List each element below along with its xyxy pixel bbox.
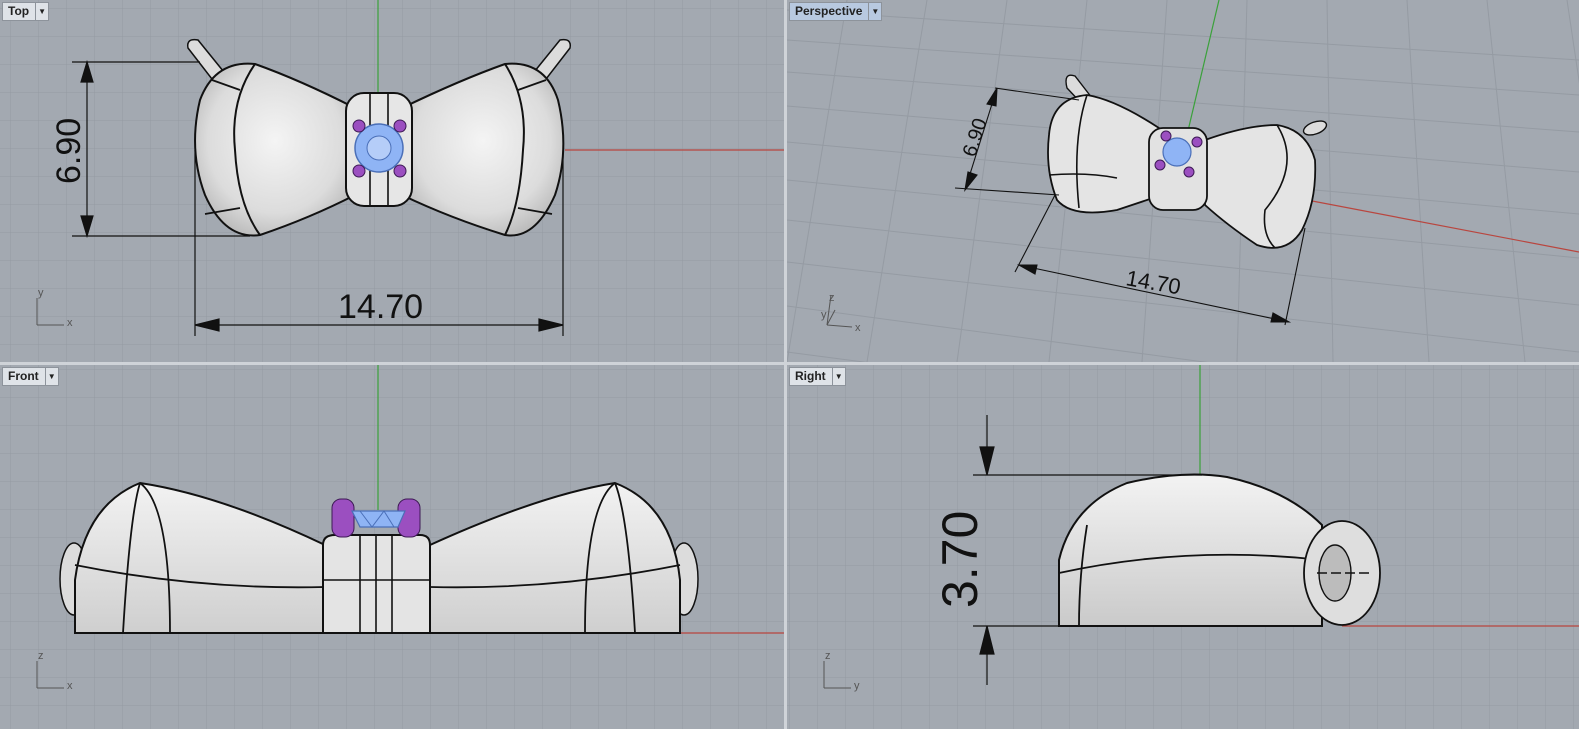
dimension-height-label: 3.70 <box>932 511 988 608</box>
viewport-tab-front[interactable]: Front ▼ <box>2 367 59 386</box>
prong <box>352 164 366 178</box>
svg-text:z: z <box>825 650 831 662</box>
prong <box>393 164 407 178</box>
front-view-canvas[interactable]: z x <box>0 365 784 729</box>
prong <box>331 498 355 538</box>
dropdown-arrow-icon[interactable]: ▼ <box>44 368 58 385</box>
viewport-title: Perspective <box>795 4 863 18</box>
viewport-tab-right[interactable]: Right ▼ <box>789 367 846 386</box>
viewport-perspective[interactable]: 6.90 14.70 z y x Perspective ▼ <box>787 0 1579 362</box>
prong <box>352 119 366 133</box>
viewport-tab-perspective[interactable]: Perspective ▼ <box>789 2 883 21</box>
prong <box>393 119 407 133</box>
viewport-title: Front <box>8 369 39 383</box>
svg-text:x: x <box>67 680 73 692</box>
dimension-height-label: 6.90 <box>959 116 992 160</box>
viewport-tab-top[interactable]: Top ▼ <box>2 2 50 21</box>
viewport-top[interactable]: 6.90 14.70 y x Top ▼ <box>0 0 784 362</box>
dimension-height-label: 6.90 <box>50 118 88 184</box>
dimension-width-label: 14.70 <box>1124 265 1183 299</box>
dropdown-arrow-icon[interactable]: ▼ <box>831 368 845 385</box>
y-axis-line <box>1186 0 1220 136</box>
dropdown-arrow-icon[interactable]: ▼ <box>868 3 881 20</box>
gemstone <box>1162 137 1192 167</box>
right-view-canvas[interactable]: 3.70 z y <box>787 365 1579 729</box>
perspective-view-canvas[interactable]: 6.90 14.70 z y x <box>787 0 1579 362</box>
dropdown-arrow-icon[interactable]: ▼ <box>35 3 48 20</box>
viewport-right[interactable]: 3.70 z y Right ▼ <box>787 365 1579 729</box>
svg-text:z: z <box>829 292 835 304</box>
dimension-width-label: 14.70 <box>338 288 423 326</box>
svg-text:y: y <box>854 680 860 692</box>
bow-wing-right <box>1204 124 1317 249</box>
svg-text:y: y <box>38 287 44 299</box>
top-view-canvas[interactable]: 6.90 14.70 y x <box>0 0 784 362</box>
bow-wing-left <box>1047 94 1163 214</box>
svg-text:x: x <box>67 317 73 329</box>
svg-text:y: y <box>821 309 827 321</box>
svg-text:x: x <box>855 322 861 334</box>
viewport-title: Top <box>8 4 30 18</box>
svg-text:z: z <box>38 650 44 662</box>
viewport-title: Right <box>795 369 826 383</box>
viewport-front[interactable]: z x Front ▼ <box>0 365 784 729</box>
